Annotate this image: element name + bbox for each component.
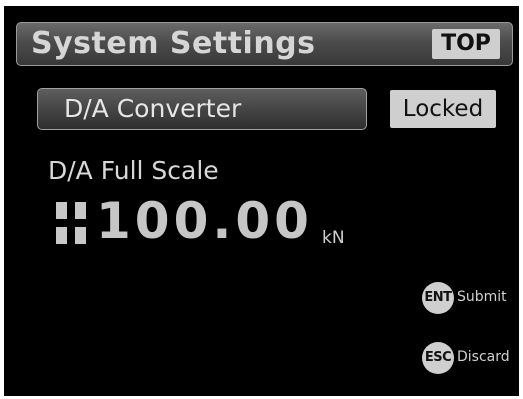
- submit-label: Submit: [457, 289, 507, 305]
- title-bar: System Settings TOP: [16, 22, 513, 66]
- locked-status-badge: Locked: [390, 90, 496, 128]
- parameter-label: D/A Full Scale: [48, 156, 219, 185]
- ent-key-icon: ENT: [422, 282, 454, 314]
- page-title: System Settings: [31, 26, 316, 61]
- da-converter-button[interactable]: D/A Converter: [37, 88, 367, 130]
- discard-label: Discard: [457, 349, 510, 365]
- top-button[interactable]: TOP: [432, 29, 500, 59]
- unit-label: kN: [322, 228, 345, 248]
- full-scale-value: 100.00: [96, 192, 313, 250]
- plus-sign-icon[interactable]: [56, 202, 86, 244]
- esc-key-icon: ESC: [422, 342, 454, 374]
- device-screen: System Settings TOP D/A Converter Locked…: [4, 6, 519, 396]
